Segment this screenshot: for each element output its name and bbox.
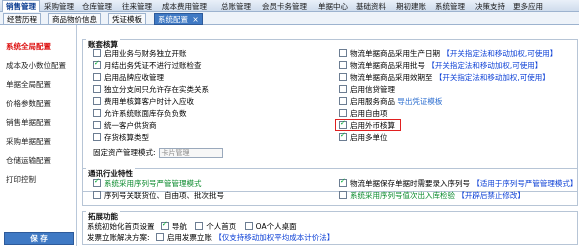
option-serial-link[interactable]: 序列号关联货位、自由项、批次批号	[93, 191, 224, 200]
option-service-goods[interactable]: 启用服务商品 导出凭证模板	[339, 97, 442, 106]
note-text: 【开关指定法和移动加权,可使用】	[427, 61, 543, 70]
option-independent-books[interactable]: 启用业务与财务独立开账	[93, 49, 187, 58]
option-free-items[interactable]: 启用自由项	[339, 109, 388, 118]
note-text: 【开关指定法和移动加权,可使用】	[434, 73, 550, 82]
fixed-asset-select[interactable]: 卡片管理	[158, 148, 223, 158]
checkbox[interactable]	[93, 85, 101, 93]
checkbox[interactable]	[339, 85, 347, 93]
sidebar-item-print[interactable]: 打印控制	[6, 174, 36, 185]
menu-opening[interactable]: 期初建账	[396, 1, 426, 12]
option-invoice-account: 启用发票立账	[166, 233, 212, 242]
menu-membership[interactable]: 会员卡务管理	[262, 1, 307, 12]
option-expense-receivable[interactable]: 费用单核算客户时计入应收	[93, 97, 194, 106]
checkbox-checked[interactable]	[160, 220, 169, 230]
note-text: 【开关指定法和移动加权,可使用】	[442, 49, 558, 58]
option-multi-unit[interactable]: 启用多单位	[339, 131, 388, 142]
tab-price-info[interactable]: 商品物价信息	[48, 13, 101, 25]
top-menu-bar: 销售管理 采购管理 仓库管理 往来管理 成本费用管理 总账管理 会员卡务管理 单…	[0, 0, 579, 12]
checkbox[interactable]	[93, 49, 101, 57]
option-serial-strict[interactable]: 系统采用序列号严管管理模式	[93, 177, 202, 188]
option-month-close-check[interactable]: 月结出务凭证不进行过账检查	[93, 59, 202, 70]
fixed-asset-label: 固定资产管理模式:	[93, 148, 156, 157]
sidebar-item-price-params[interactable]: 价格参数配置	[6, 98, 51, 109]
checkbox-checked[interactable]	[339, 177, 347, 187]
export-voucher-link[interactable]: 导出凭证模板	[397, 97, 442, 106]
checkbox-checked[interactable]	[93, 59, 101, 69]
checkbox[interactable]	[339, 191, 347, 199]
checkbox-checked[interactable]	[339, 119, 347, 129]
invoice-setting-label: 发票立账解决方案:	[87, 233, 150, 242]
menu-cost[interactable]: 成本费用管理	[162, 1, 207, 12]
home-setting-label: 系统初始化首页设置	[87, 222, 155, 231]
home-setting-row: 系统初始化首页设置 导航 个人首页 OA个人桌面	[87, 220, 297, 231]
tab-system-config[interactable]: 系统配置 ×	[154, 13, 203, 25]
close-icon[interactable]: ×	[192, 15, 198, 24]
option-brand-receivable[interactable]: 启用品牌应收管理	[93, 73, 164, 82]
option-unify-customer[interactable]: 统一客户供货商	[93, 121, 157, 130]
option-credit-management[interactable]: 启用信贷管理	[339, 85, 395, 94]
fixed-asset-mode: 固定资产管理模式: 卡片管理	[93, 148, 223, 158]
option-inventory-type[interactable]: 存货核算类型	[93, 133, 149, 142]
checkbox[interactable]	[339, 49, 347, 57]
option-branch-relation[interactable]: 独立分支间只允许存在实类关系	[93, 85, 209, 94]
menu-system[interactable]: 系统管理	[435, 1, 465, 12]
checkbox[interactable]	[93, 191, 101, 199]
checkbox[interactable]	[93, 97, 101, 105]
expand-section: 拓展功能 系统初始化首页设置 导航 个人首页 OA个人桌面 发票立账解决方案: …	[82, 211, 578, 245]
checkbox[interactable]	[93, 133, 101, 141]
option-production-date[interactable]: 物流单据商品采用生产日期 【开关指定法和移动加权,可使用】	[339, 49, 557, 58]
note-text: 【开辟后禁止修改】	[457, 191, 525, 200]
menu-decision[interactable]: 决策支持	[475, 1, 505, 12]
menu-payables[interactable]: 往来管理	[122, 1, 152, 12]
checkbox[interactable]	[339, 97, 347, 105]
checkbox-checked[interactable]	[339, 131, 347, 141]
option-batch-number[interactable]: 物流单据商品采用批号 【开关指定法和移动加权,可使用】	[339, 61, 542, 70]
checkbox[interactable]	[339, 109, 347, 117]
option-foreign-currency[interactable]: 启用外币核算	[339, 119, 395, 130]
tab-voucher-template[interactable]: 凭证模板	[108, 13, 146, 25]
checkbox[interactable]	[155, 233, 164, 241]
config-sidebar: 系统全局配置 成本及小数位配置 单据全局配置 价格参数配置 销售单据配置 采购单…	[0, 25, 77, 246]
option-negative-stock[interactable]: 允许系统账面库存负负数	[93, 109, 187, 118]
tab-system-config-label: 系统配置	[158, 15, 188, 24]
sidebar-item-warehouse[interactable]: 仓储运输配置	[6, 155, 51, 166]
telecom-section: 通讯行业特性 系统采用序列号严管管理模式 物流单据保存单据时需要录入序列号 【适…	[82, 168, 578, 206]
tab-strip: 经营历程 商品物价信息 凭证模板 系统配置 ×	[0, 12, 579, 25]
expand-section-title: 拓展功能	[86, 211, 120, 222]
option-expiry-date[interactable]: 物流单据商品采用效期至 【开关指定法和移动加权,可使用】	[339, 73, 550, 82]
checkbox[interactable]	[93, 109, 101, 117]
sidebar-item-purchase-docs[interactable]: 采购单据配置	[6, 136, 51, 147]
menu-purchase[interactable]: 采购管理	[44, 1, 74, 12]
checkbox[interactable]	[244, 222, 253, 230]
sidebar-item-sales-docs[interactable]: 销售单据配置	[6, 117, 51, 128]
checkbox-checked[interactable]	[93, 177, 101, 187]
checkbox[interactable]	[195, 222, 204, 230]
tab-history[interactable]: 经营历程	[3, 13, 41, 25]
note-text: 【适用于序列号严管管理模式】	[472, 179, 578, 188]
sidebar-item-global[interactable]: 系统全局配置	[6, 41, 51, 52]
menu-documents[interactable]: 单据中心	[318, 1, 348, 12]
option-personal-home: 个人首页	[206, 222, 237, 231]
menu-warehouse[interactable]: 仓库管理	[82, 1, 112, 12]
save-button[interactable]: 保 存	[4, 232, 74, 245]
config-main: 账套核算 启用业务与财务独立开账 月结出务凭证不进行过账检查 启用品牌应收管理 …	[82, 25, 579, 246]
invoice-setting-row: 发票立账解决方案: 启用发票立账 【仅支持移动加权平均成本计价法】	[87, 233, 334, 242]
option-serial-inout-check[interactable]: 系统采用序列号值次出入库检验 【开辟后禁止修改】	[339, 191, 525, 200]
menu-more-apps[interactable]: 更多应用	[513, 1, 543, 12]
menu-basic-data[interactable]: 基础资料	[356, 1, 386, 12]
option-serial-on-save[interactable]: 物流单据保存单据时需要录入序列号 【适用于序列号严管管理模式】	[339, 177, 578, 188]
menu-sales[interactable]: 销售管理	[2, 0, 40, 12]
checkbox[interactable]	[339, 73, 347, 81]
sidebar-item-cost-decimal[interactable]: 成本及小数位配置	[6, 60, 66, 71]
checkbox[interactable]	[339, 61, 347, 69]
sidebar-item-document-global[interactable]: 单据全局配置	[6, 79, 51, 90]
option-nav: 导航	[171, 222, 187, 231]
checkbox[interactable]	[93, 73, 101, 81]
checkbox[interactable]	[93, 121, 101, 129]
note-text: 【仅支持移动加权平均成本计价法】	[214, 233, 335, 242]
menu-ledger[interactable]: 总账管理	[221, 1, 251, 12]
option-oa-desktop: OA个人桌面	[255, 222, 297, 231]
